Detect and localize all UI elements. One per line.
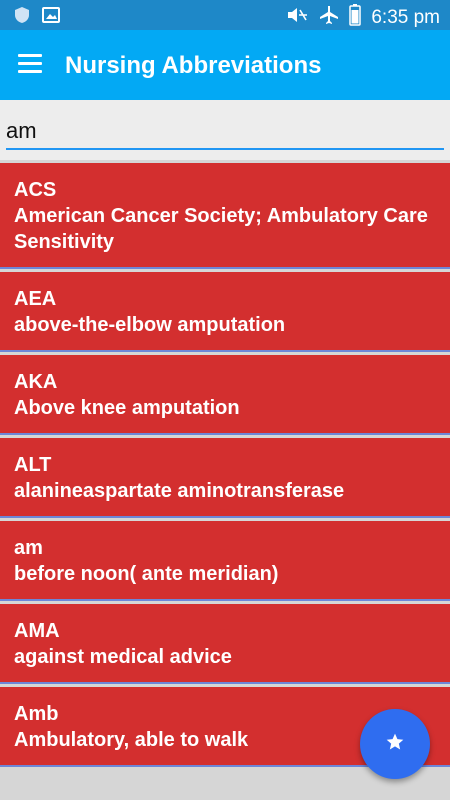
battery-icon: [349, 4, 362, 31]
status-time: 6:35 pm: [371, 6, 440, 28]
abbreviation-text: ACS: [14, 179, 57, 201]
meaning-text: alanineaspartate aminotransferase: [14, 480, 345, 502]
favorites-fab-button[interactable]: [360, 709, 430, 779]
abbreviation-text: AKA: [14, 371, 58, 393]
abbreviation-list: ACS American Cancer Society; Ambulatory …: [0, 163, 450, 770]
list-item[interactable]: ACS American Cancer Society; Ambulatory …: [0, 163, 450, 269]
status-bar-left: [14, 6, 60, 29]
list-item[interactable]: am before noon( ante meridian): [0, 521, 450, 601]
list-item[interactable]: AEA above-the-elbow amputation: [0, 272, 450, 352]
abbreviation-text: AEA: [14, 288, 57, 310]
abbreviation-text: AMA: [14, 620, 60, 642]
image-icon: [42, 6, 60, 29]
list-item[interactable]: ALT alanineaspartate aminotransferase: [0, 438, 450, 518]
meaning-text: American Cancer Society; Ambulatory Care…: [14, 205, 428, 253]
meaning-text: above-the-elbow amputation: [14, 314, 286, 336]
shield-icon: [14, 6, 30, 29]
meaning-text: against medical advice: [14, 646, 232, 668]
mute-icon: [285, 6, 309, 29]
abbreviation-text: am: [14, 537, 43, 559]
search-input[interactable]: [6, 114, 444, 150]
abbreviation-text: ALT: [14, 454, 52, 476]
status-bar: 6:35 pm: [0, 0, 450, 30]
airplane-icon: [319, 5, 339, 30]
status-bar-right: 6:35 pm: [285, 4, 440, 31]
list-item[interactable]: AKA Above knee amputation: [0, 355, 450, 435]
meaning-text: before noon( ante meridian): [14, 563, 279, 585]
search-bar: [0, 100, 450, 160]
list-item[interactable]: AMA against medical advice: [0, 604, 450, 684]
app-bar: Nursing Abbreviations: [0, 30, 450, 100]
app-title: Nursing Abbreviations: [65, 52, 322, 79]
hamburger-menu-icon[interactable]: [18, 54, 42, 74]
star-icon: [385, 732, 405, 757]
meaning-text: Above knee amputation: [14, 397, 240, 419]
